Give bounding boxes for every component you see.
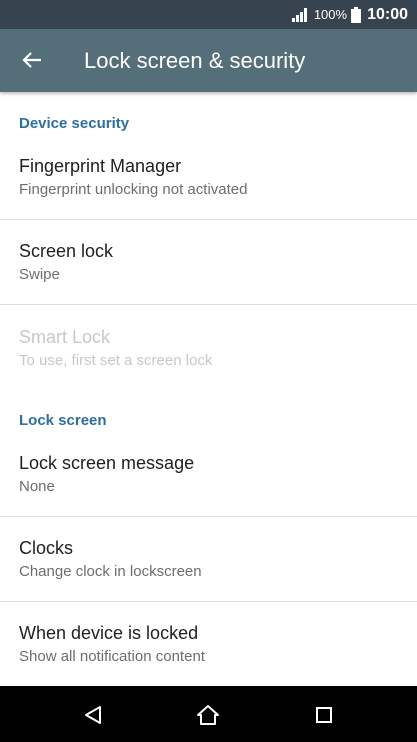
status-bar: 100% 10:00 (0, 0, 417, 29)
setting-screen-lock[interactable]: Screen lock Swipe (0, 241, 417, 304)
status-indicators: 100% 10:00 (291, 0, 408, 29)
status-time: 10:00 (367, 5, 408, 23)
settings-list: Device security Fingerprint Manager Fing… (0, 92, 417, 686)
setting-title: Lock screen message (19, 453, 195, 473)
setting-when-device-locked[interactable]: When device is locked Show all notificat… (0, 623, 417, 683)
battery-icon (351, 6, 362, 23)
setting-smart-lock: Smart Lock To use, first set a screen lo… (0, 327, 417, 377)
divider (0, 516, 417, 517)
navigation-bar (0, 686, 417, 742)
battery-percent: 100% (313, 7, 348, 22)
nav-recents-button[interactable] (309, 700, 339, 730)
divider (0, 219, 417, 220)
back-triangle-icon (85, 706, 101, 724)
setting-subtitle: Swipe (19, 266, 60, 283)
setting-fingerprint-manager[interactable]: Fingerprint Manager Fingerprint unlockin… (0, 156, 417, 219)
divider (0, 304, 417, 305)
setting-subtitle: Fingerprint unlocking not activated (19, 181, 248, 198)
page-title: Lock screen & security (84, 48, 306, 73)
setting-subtitle: None (19, 478, 55, 495)
setting-lock-screen-message[interactable]: Lock screen message None (0, 453, 417, 516)
setting-clocks[interactable]: Clocks Change clock in lockscreen (0, 538, 417, 601)
setting-title: When device is locked (19, 623, 199, 643)
setting-title: Fingerprint Manager (19, 156, 182, 176)
section-header-lock-screen: Lock screen (19, 412, 107, 429)
arrow-back-icon (22, 52, 41, 68)
signal-icon (291, 8, 307, 22)
setting-title: Clocks (19, 538, 74, 558)
home-icon (197, 705, 219, 725)
nav-home-button[interactable] (193, 700, 223, 730)
section-header-device-security: Device security (19, 115, 130, 132)
setting-subtitle: Show all notification content (19, 648, 205, 665)
divider (0, 601, 417, 602)
back-button[interactable] (12, 40, 52, 80)
nav-back-button[interactable] (78, 700, 108, 730)
setting-subtitle: To use, first set a screen lock (19, 352, 213, 369)
setting-title: Screen lock (19, 241, 114, 261)
recents-icon (316, 707, 332, 723)
setting-subtitle: Change clock in lockscreen (19, 563, 202, 580)
setting-title: Smart Lock (19, 327, 111, 347)
app-bar: Lock screen & security (0, 29, 417, 92)
